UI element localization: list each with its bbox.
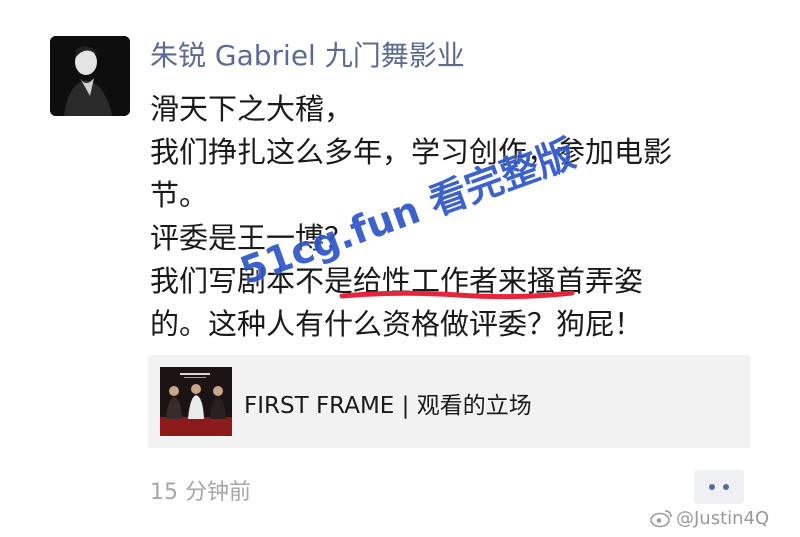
weibo-handle: @Justin4Q [676, 508, 770, 529]
post-timestamp: 15 分钟前 [150, 480, 251, 505]
weibo-logo-icon [650, 510, 672, 528]
author-name[interactable]: 朱锐 Gabriel 九门舞影业 [150, 34, 465, 74]
shared-link-card[interactable]: FIRST FRAME | 观看的立场 [148, 355, 750, 448]
more-dots-icon [709, 484, 715, 490]
link-thumbnail-image [160, 367, 232, 436]
author-avatar[interactable] [50, 36, 130, 116]
more-dots-icon [723, 484, 729, 490]
avatar-portrait-image [50, 36, 130, 116]
red-underline-annotation [339, 290, 575, 300]
post-line: 滑天下之大稽， [150, 92, 354, 126]
more-actions-button[interactable] [694, 470, 744, 504]
post-line: 的。这种人有什么资格做评委？狗屁！ [150, 307, 644, 341]
link-title: FIRST FRAME | 观看的立场 [244, 393, 532, 419]
moments-post: 朱锐 Gabriel 九门舞影业 滑天下之大稽， 我们挣扎这么多年，学习创作，参… [0, 0, 800, 537]
